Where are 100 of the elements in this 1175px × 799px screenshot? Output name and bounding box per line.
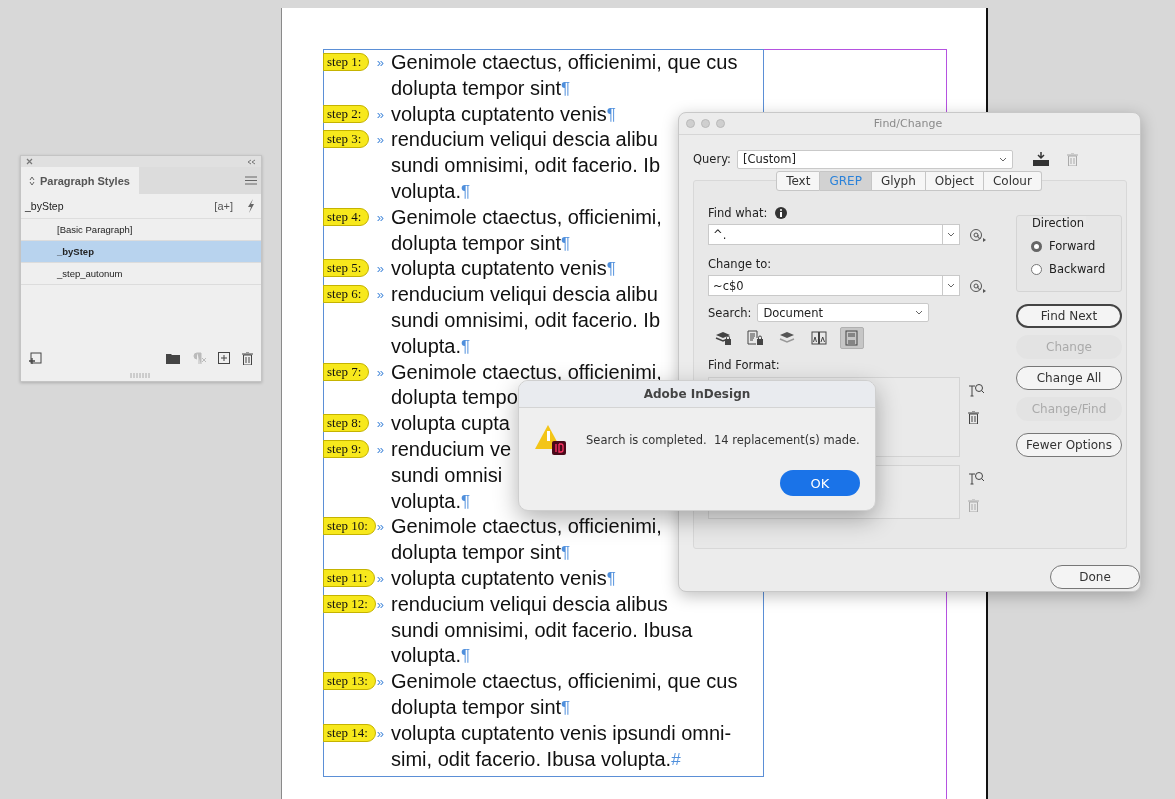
done-button[interactable]: Done (1050, 565, 1140, 589)
tab-mark: » (376, 415, 384, 434)
text-line: volupta. (391, 643, 462, 669)
step-label: step 11: (323, 568, 376, 587)
window-title: Find/Change (873, 117, 943, 130)
text-line: dolupta tempor sint (391, 694, 562, 720)
chevron-down-icon (999, 156, 1007, 162)
radio-button[interactable] (1031, 240, 1042, 252)
step-label: step 4: (323, 207, 370, 226)
load-styles-icon[interactable] (29, 351, 42, 365)
menu-icon[interactable] (245, 176, 257, 185)
tab[interactable]: Colour (983, 171, 1042, 191)
tab-mark: » (376, 131, 384, 150)
step-label: step 8: (323, 414, 370, 433)
end-mark: ¶ (461, 335, 471, 356)
tab-mark: » (376, 208, 384, 227)
chevron-down-icon (915, 310, 924, 315)
query-label: Query: (693, 152, 731, 166)
collapse-icon[interactable] (247, 158, 256, 165)
folder-icon[interactable] (166, 352, 180, 364)
tab-mark: » (376, 518, 384, 537)
step-label: step 9: (323, 439, 370, 458)
tab-mark: » (376, 595, 384, 614)
step-label: step 6: (323, 285, 370, 304)
dialog-button[interactable]: Find Next (1016, 304, 1122, 328)
radio-button[interactable] (1031, 263, 1042, 275)
tab[interactable]: Object (925, 171, 984, 191)
text-line: dolupta tempor sint (391, 540, 562, 566)
tab-mark: » (376, 105, 384, 124)
text-line: dolupta tempor sint (391, 230, 562, 256)
close-icon[interactable] (26, 158, 33, 165)
text-line: simi, odit facerio. Ibusa volupta. (391, 746, 672, 772)
tab-mark: » (376, 569, 384, 588)
facing-pages-icon[interactable] (808, 328, 830, 348)
tab-mark: » (376, 724, 384, 743)
radio-label: Forward (1049, 239, 1096, 253)
step-label: step 10: (323, 517, 376, 536)
format-search-icon[interactable] (968, 383, 984, 397)
search-dropdown[interactable]: Document (757, 303, 930, 322)
text-line: sundi omnisimi, odit facerio. Ib (391, 153, 660, 179)
end-mark: ¶ (461, 181, 471, 201)
override-button[interactable]: [a+] (214, 200, 233, 212)
text-line: Genimole ctaectus, officienimi, que cus (391, 50, 738, 75)
dialog-title: Adobe InDesign (519, 381, 875, 408)
end-mark: ¶ (561, 77, 571, 100)
tab-mark: » (376, 363, 384, 382)
text-line: sundi omnisimi, odit facerio. Ibusa (391, 617, 693, 643)
tab-mark: » (376, 440, 384, 459)
find-format-label: Find Format: (708, 358, 780, 372)
search-label: Search: (708, 305, 752, 320)
save-query-icon[interactable] (1033, 152, 1049, 166)
text-line: sundi omnisimi, odit facerio. Ib (391, 307, 660, 333)
panel-tab[interactable]: Paragraph Styles (21, 167, 139, 194)
style-list-item[interactable]: _step_autonum (21, 263, 261, 285)
text-line: volupta cuptatento venis (391, 565, 607, 591)
radio-label: Backward (1049, 262, 1106, 276)
text-line: volupta cuptatento venis ipsundi omni- (391, 720, 732, 746)
tab-mark: » (376, 260, 384, 279)
group-title: Direction (1030, 216, 1086, 230)
text-line: Genimole ctaectus, officienimi, (391, 514, 662, 540)
find-what-label: Find what: (708, 206, 768, 220)
text-line: Genimole ctaectus, officienimi, (391, 204, 662, 230)
text-line: volupta. (391, 333, 462, 359)
end-mark: # (671, 748, 681, 769)
step-label: step 5: (323, 259, 370, 278)
text-line: renducium veliqui descia alibu (391, 127, 658, 153)
tab[interactable]: Text (776, 171, 821, 191)
trash-icon[interactable] (242, 351, 253, 365)
special-characters-icon[interactable] (969, 278, 987, 293)
trash-icon[interactable] (968, 411, 979, 424)
text-line: renducium ve (391, 436, 512, 462)
step-label: step 2: (323, 104, 370, 123)
resize-grip-icon[interactable] (130, 373, 152, 378)
style-list-item[interactable]: _byStep (21, 241, 261, 263)
step-label: step 3: (323, 130, 370, 149)
chevron-down-icon (947, 283, 955, 288)
format-search-icon[interactable] (968, 471, 984, 485)
special-characters-icon[interactable] (969, 227, 987, 242)
step-label: step 7: (323, 362, 370, 381)
query-dropdown[interactable]: [Custom] (737, 149, 1013, 169)
step-label: step 13: (323, 672, 376, 691)
document-lock-icon[interactable] (744, 328, 766, 348)
text-line: dolupta tempo (391, 385, 518, 411)
text-line: volupta cuptatento venis (391, 101, 607, 127)
new-style-icon[interactable] (218, 352, 230, 364)
dialog-button[interactable]: Change All (1016, 366, 1122, 390)
tab[interactable]: Glyph (871, 171, 926, 191)
dialog-button[interactable]: Fewer Options (1016, 433, 1122, 457)
current-style-label: _byStep (25, 200, 64, 212)
text-line: Genimole ctaectus, officienimi, que cus (391, 669, 738, 695)
end-mark: ¶ (561, 542, 571, 565)
text-line: volupta. (391, 179, 462, 204)
tab-mark: » (376, 54, 384, 72)
tab-mark: » (376, 286, 384, 305)
find-what-field[interactable]: ^. (708, 224, 960, 245)
text-line: volupta. (391, 488, 462, 514)
change-to-field[interactable]: ~c$0 (708, 275, 960, 296)
ok-button[interactable]: OK (780, 470, 860, 496)
lightning-icon[interactable] (247, 199, 255, 213)
info-icon[interactable] (775, 207, 788, 219)
